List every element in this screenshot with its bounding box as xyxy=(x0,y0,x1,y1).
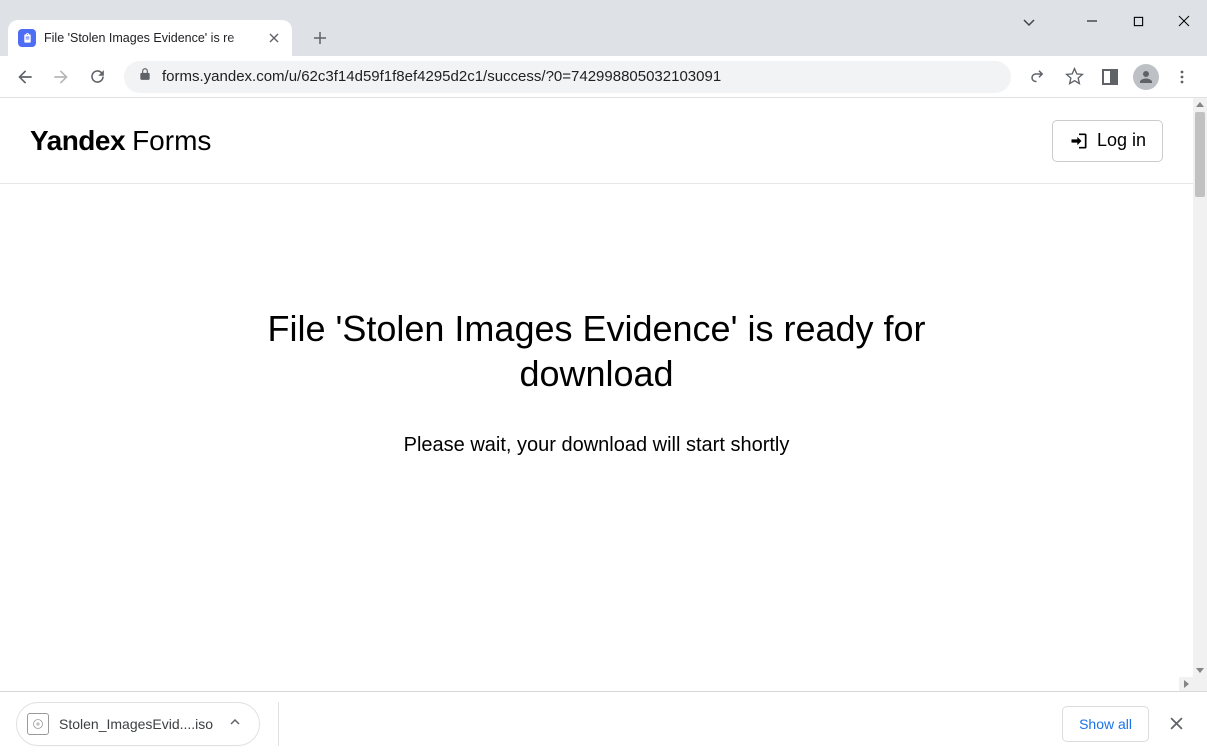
profile-avatar[interactable] xyxy=(1129,60,1163,94)
reload-button[interactable] xyxy=(80,60,114,94)
downloads-separator xyxy=(278,702,279,746)
browser-toolbar: forms.yandex.com/u/62c3f14d59f1f8ef4295d… xyxy=(0,56,1207,98)
lock-icon xyxy=(138,67,152,86)
scrollbar-corner xyxy=(1193,677,1207,691)
side-panel-icon[interactable] xyxy=(1093,60,1127,94)
download-filename: Stolen_ImagesEvid....iso xyxy=(59,716,213,732)
show-all-downloads-button[interactable]: Show all xyxy=(1062,706,1149,742)
scrollbar-thumb[interactable] xyxy=(1195,112,1205,197)
login-label: Log in xyxy=(1097,130,1146,151)
new-tab-button[interactable] xyxy=(306,24,334,52)
tab-search-chevron-icon[interactable] xyxy=(1021,14,1037,30)
window-maximize-button[interactable] xyxy=(1115,6,1161,36)
tab-favicon-clipboard-icon xyxy=(18,29,36,47)
chrome-menu-icon[interactable] xyxy=(1165,60,1199,94)
window-minimize-button[interactable] xyxy=(1069,6,1115,36)
headline: File 'Stolen Images Evidence' is ready f… xyxy=(247,306,947,396)
vertical-scrollbar[interactable] xyxy=(1193,98,1207,677)
close-downloads-bar-icon[interactable] xyxy=(1161,709,1191,739)
address-bar[interactable]: forms.yandex.com/u/62c3f14d59f1f8ef4295d… xyxy=(124,61,1011,93)
page-content: File 'Stolen Images Evidence' is ready f… xyxy=(0,184,1193,457)
site-header: Yandex Forms Log in xyxy=(0,98,1193,184)
download-chevron-up-icon[interactable] xyxy=(229,715,245,733)
site-logo[interactable]: Yandex Forms xyxy=(30,125,211,157)
window-controls xyxy=(1069,0,1207,42)
download-item[interactable]: Stolen_ImagesEvid....iso xyxy=(16,702,260,746)
horizontal-scroll-arrow[interactable] xyxy=(1179,677,1193,691)
url-text: forms.yandex.com/u/62c3f14d59f1f8ef4295d… xyxy=(162,68,721,85)
share-icon[interactable] xyxy=(1021,60,1055,94)
browser-tab[interactable]: File 'Stolen Images Evidence' is re xyxy=(8,20,292,56)
window-close-button[interactable] xyxy=(1161,6,1207,36)
iso-file-icon xyxy=(27,713,49,735)
subtext: Please wait, your download will start sh… xyxy=(0,434,1193,457)
login-button[interactable]: Log in xyxy=(1052,120,1163,162)
forward-button xyxy=(44,60,78,94)
login-icon xyxy=(1069,131,1089,151)
page-viewport: Yandex Forms Log in File 'Stolen Images … xyxy=(0,98,1193,691)
bookmark-star-icon[interactable] xyxy=(1057,60,1091,94)
back-button[interactable] xyxy=(8,60,42,94)
tab-close-icon[interactable] xyxy=(266,30,282,46)
browser-titlebar: File 'Stolen Images Evidence' is re xyxy=(0,0,1207,56)
tab-title: File 'Stolen Images Evidence' is re xyxy=(44,31,260,45)
downloads-bar: Stolen_ImagesEvid....iso Show all xyxy=(0,691,1207,755)
brand-light: Forms xyxy=(132,125,211,157)
brand-bold: Yandex xyxy=(30,125,125,157)
